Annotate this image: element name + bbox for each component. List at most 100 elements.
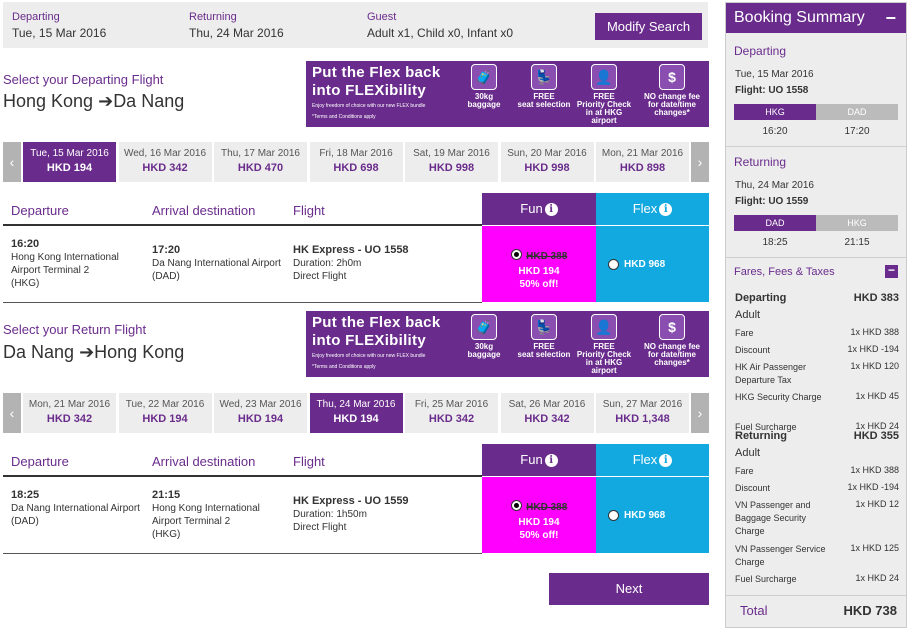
flex-promo-banner[interactable]: Put the Flex back into FLEXibility Enjoy… — [306, 311, 709, 377]
summary-arr-time: 21:15 — [844, 237, 870, 248]
flight-duration: Duration: 2h0m — [293, 258, 362, 269]
summary-departing-flight: Flight: UO 1558 — [735, 85, 809, 96]
date-price: HKD 998 — [524, 162, 570, 174]
inbound-fun-radio[interactable] — [510, 500, 522, 512]
date-label: Thu, 24 Mar 2016 — [316, 399, 396, 410]
banner-feature: $ NO change fee for date/time changes* — [642, 64, 702, 117]
date-option[interactable]: Wed, 23 Mar 2016 HKD 194 — [214, 393, 307, 433]
dep-code: (HKG) — [11, 278, 40, 289]
outbound-fun-option[interactable]: HKD 388 HKD 194 50% off! — [482, 226, 596, 302]
date-price: HKD 1,348 — [615, 413, 670, 425]
date-label: Sun, 27 Mar 2016 — [602, 399, 683, 410]
fee-label: Fuel Surcharge — [735, 574, 797, 584]
col-departure: Departure — [11, 203, 69, 218]
fee-amount: 1x HKD -194 — [847, 344, 899, 354]
date-option[interactable]: Thu, 24 Mar 2016 HKD 194 — [309, 393, 403, 433]
date-option[interactable]: Sat, 26 Mar 2016 HKD 342 — [500, 393, 594, 433]
date-label: Thu, 17 Mar 2016 — [221, 148, 300, 159]
outbound-route-from: Hong Kong — [3, 91, 94, 111]
fee-label: VN Passenger Service Charge — [735, 544, 826, 567]
inbound-route: Da Nang ➔Hong Kong — [3, 342, 184, 363]
date-label: Tue, 15 Mar 2016 — [30, 148, 109, 159]
date-label: Fri, 18 Mar 2016 — [319, 148, 393, 159]
date-price: HKD 194 — [46, 162, 93, 174]
date-option[interactable]: Sun, 20 Mar 2016 HKD 998 — [500, 142, 594, 182]
collapse-minus-icon[interactable]: − — [885, 3, 896, 33]
fees-title: Fares, Fees & Taxes — [734, 266, 835, 278]
flex-info-icon[interactable]: i — [659, 454, 673, 468]
arr-code: (DAD) — [152, 271, 180, 282]
date-option[interactable]: Sun, 27 Mar 2016 HKD 1,348 — [596, 393, 689, 433]
flex-promo-banner[interactable]: Put the Flex back into FLEXibility Enjoy… — [306, 61, 709, 127]
prev-dates-chevron-left-icon[interactable]: ‹ — [3, 393, 21, 433]
inbound-fun-option[interactable]: HKD 388 HKD 194 50% off! — [482, 477, 596, 553]
fun-discount: 50% off! — [519, 530, 559, 541]
route-to: DAD — [816, 104, 898, 120]
next-dates-chevron-right-icon[interactable]: › — [691, 393, 709, 433]
inbound-flex-option[interactable]: HKD 968 — [596, 477, 709, 553]
route-from: HKG — [734, 104, 824, 120]
seat-icon: 💺 — [531, 314, 557, 340]
route-to: HKG — [816, 215, 898, 231]
flight-duration: Duration: 1h50m — [293, 509, 367, 520]
fun-label: Fun — [520, 452, 543, 467]
banner-subtitle: Enjoy freedom of choice with our new FLE… — [312, 353, 462, 371]
outbound-select-title: Select your Departing Flight — [3, 72, 164, 87]
check-in-icon: 👤 — [591, 314, 617, 340]
outbound-fun-radio[interactable] — [510, 249, 522, 261]
fees-collapse-minus-icon[interactable]: − — [885, 264, 898, 278]
prev-dates-chevron-left-icon[interactable]: ‹ — [3, 142, 21, 182]
outbound-flex-option[interactable]: HKD 968 — [596, 226, 709, 302]
main-content: Departing Tue, 15 Mar 2016 Returning Thu… — [0, 0, 712, 630]
modify-search-button[interactable]: Modify Search — [595, 13, 702, 40]
summary-dep-time: 16:20 — [762, 126, 788, 137]
next-button[interactable]: Next — [549, 573, 709, 605]
inbound-route-from: Da Nang — [3, 342, 75, 362]
flex-info-icon[interactable]: i — [659, 203, 673, 217]
inbound-flex-radio[interactable] — [608, 510, 619, 521]
summary-arr-time: 17:20 — [844, 126, 870, 137]
dep-code: (DAD) — [11, 516, 39, 527]
outbound-flex-radio[interactable] — [608, 259, 619, 270]
date-option[interactable]: Mon, 21 Mar 2016 HKD 898 — [596, 142, 689, 182]
arr-code: (HKG) — [152, 529, 181, 540]
date-option[interactable]: Tue, 15 Mar 2016 HKD 194 — [23, 142, 116, 182]
date-option[interactable]: Wed, 16 Mar 2016 HKD 342 — [118, 142, 212, 182]
divider — [726, 595, 906, 596]
no-fee-icon: $ — [659, 64, 685, 90]
fun-old-price: HKD 388 — [526, 251, 568, 262]
arr-time: 17:20 — [152, 244, 181, 256]
total-label: Total — [740, 603, 768, 618]
summary-returning-date: Thu, 24 Mar 2016 — [735, 180, 814, 191]
fun-old-price: HKD 388 — [526, 502, 568, 513]
fee-label: HKG Security Charge — [735, 392, 822, 402]
date-option[interactable]: Fri, 25 Mar 2016 HKD 342 — [405, 393, 498, 433]
banner-subtitle: Enjoy freedom of choice with our new FLE… — [312, 103, 462, 121]
booking-summary-title: Booking Summary — [734, 9, 865, 26]
outbound-departure-cell: 16:20 Hong Kong International Airport Te… — [11, 238, 136, 290]
flight-type: Direct Flight — [293, 522, 347, 533]
date-option[interactable]: Thu, 17 Mar 2016 HKD 470 — [214, 142, 307, 182]
fee-amount: 1x HKD 12 — [855, 499, 899, 509]
booking-summary-header[interactable]: Booking Summary − — [726, 3, 906, 33]
fee-pax-type: Adult — [735, 447, 761, 459]
outbound-arrival-cell: 17:20 Da Nang International Airport (DAD… — [152, 238, 287, 283]
next-dates-chevron-right-icon[interactable]: › — [691, 142, 709, 182]
feature-line2: Priority Check in at HKG airport — [576, 350, 632, 375]
fee-section-label: Departing — [735, 292, 787, 304]
inbound-table-header: Departure Arrival destination Flight Fun… — [3, 444, 709, 476]
banner-feature: $ NO change fee for date/time changes* — [642, 314, 702, 367]
date-option[interactable]: Tue, 22 Mar 2016 HKD 194 — [118, 393, 212, 433]
arr-time: 21:15 — [152, 489, 181, 501]
summary-departing-date: Tue, 15 Mar 2016 — [735, 69, 814, 80]
summary-returning-route: DAD HKG — [734, 215, 898, 231]
fee-pax-type: Adult — [735, 309, 761, 321]
date-option[interactable]: Mon, 21 Mar 2016 HKD 342 — [23, 393, 116, 433]
date-option[interactable]: Fri, 18 Mar 2016 HKD 698 — [309, 142, 403, 182]
date-option[interactable]: Sat, 19 Mar 2016 HKD 998 — [405, 142, 498, 182]
date-label: Fri, 25 Mar 2016 — [414, 399, 489, 410]
fee-section-amount: HKD 355 — [853, 430, 899, 442]
fun-info-icon[interactable]: i — [544, 203, 558, 217]
fun-info-icon[interactable]: i — [544, 454, 558, 468]
divider — [3, 553, 482, 554]
